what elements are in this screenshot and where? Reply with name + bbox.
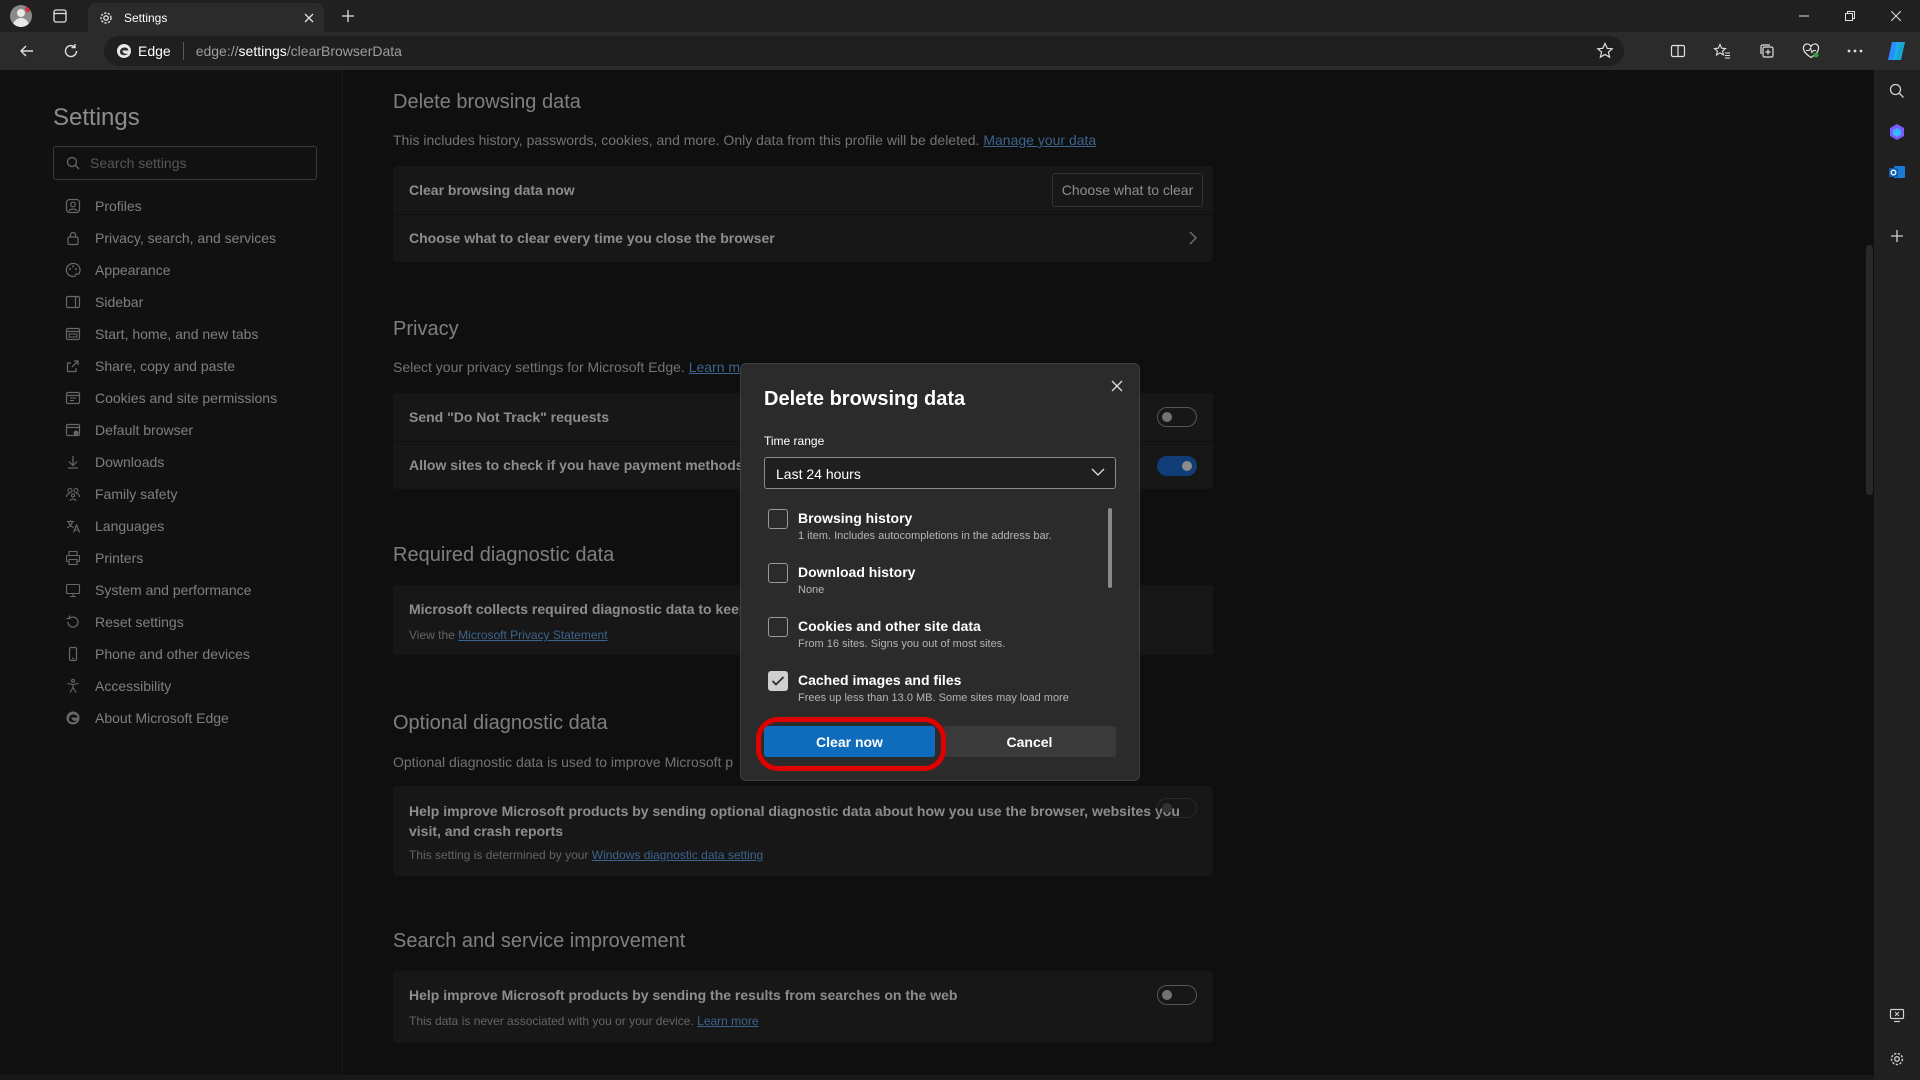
- more-options-icon[interactable]: [1840, 36, 1870, 66]
- copilot-icon[interactable]: [1882, 36, 1912, 66]
- tab-actions-icon[interactable]: [48, 0, 72, 32]
- collections-icon[interactable]: [1752, 36, 1782, 66]
- navigation-bar: Edge edge://settings/clearBrowserData: [0, 32, 1920, 70]
- option-subtitle: None: [798, 584, 825, 596]
- clear-now-highlight-ring: [756, 717, 946, 771]
- favorite-star-icon[interactable]: [1596, 42, 1614, 60]
- dialog-scrollbar[interactable]: [1108, 508, 1112, 588]
- cookies-checkbox[interactable]: [768, 617, 788, 637]
- dialog-title: Delete browsing data: [764, 388, 966, 410]
- edge-sidebar: [1874, 70, 1920, 1080]
- option-title: Browsing history: [798, 510, 913, 526]
- option-download-history[interactable]: Download history None: [768, 561, 1098, 607]
- address-bar[interactable]: Edge edge://settings/clearBrowserData: [104, 36, 1624, 66]
- checkmark-icon: [771, 675, 785, 687]
- omnibox-divider: [182, 42, 184, 60]
- copilot-sidebar-icon[interactable]: [1874, 117, 1920, 147]
- cached-images-checkbox[interactable]: [768, 671, 788, 691]
- omnibox-brand: Edge: [138, 43, 171, 59]
- option-title: Download history: [798, 564, 916, 580]
- screen-capture-icon[interactable]: [1874, 1000, 1920, 1030]
- search-icon[interactable]: [1874, 76, 1920, 106]
- edge-logo-icon: [116, 43, 132, 59]
- option-title: Cached images and files: [798, 672, 962, 688]
- new-tab-icon[interactable]: [336, 0, 360, 32]
- time-range-select[interactable]: Last 24 hours: [764, 457, 1116, 489]
- title-bar: Settings: [0, 0, 1920, 32]
- sidebar-settings-icon[interactable]: [1874, 1044, 1920, 1074]
- option-subtitle: From 16 sites. Signs you out of most sit…: [798, 638, 1006, 650]
- chevron-down-icon: [1091, 467, 1105, 477]
- tab-title: Settings: [124, 10, 168, 25]
- split-screen-icon[interactable]: [1663, 36, 1693, 66]
- url-text[interactable]: edge://settings/clearBrowserData: [196, 43, 402, 59]
- add-app-icon[interactable]: [1874, 221, 1920, 251]
- time-range-value: Last 24 hours: [776, 466, 861, 482]
- url-scheme: edge://: [195, 43, 239, 59]
- close-icon[interactable]: [1105, 374, 1129, 398]
- minimize-icon[interactable]: [1781, 0, 1827, 32]
- cancel-button[interactable]: Cancel: [943, 726, 1116, 757]
- refresh-icon[interactable]: [56, 36, 86, 66]
- option-subtitle: 1 item. Includes autocompletions in the …: [798, 530, 1052, 542]
- option-title: Cookies and other site data: [798, 618, 981, 634]
- close-window-icon[interactable]: [1873, 0, 1919, 32]
- tab-settings[interactable]: Settings: [88, 3, 324, 32]
- browsing-history-checkbox[interactable]: [768, 509, 788, 529]
- gear-icon: [98, 10, 114, 26]
- back-icon[interactable]: [12, 36, 42, 66]
- option-cookies[interactable]: Cookies and other site data From 16 site…: [768, 615, 1098, 661]
- profile-avatar[interactable]: [10, 5, 32, 27]
- outlook-icon[interactable]: [1874, 157, 1920, 187]
- tab-close-icon[interactable]: [300, 9, 318, 27]
- browser-essentials-icon[interactable]: [1796, 36, 1826, 66]
- favorites-icon[interactable]: [1707, 36, 1737, 66]
- option-cached-images[interactable]: Cached images and files Frees up less th…: [768, 669, 1098, 715]
- download-history-checkbox[interactable]: [768, 563, 788, 583]
- url-host: settings: [238, 43, 287, 59]
- time-range-label: Time range: [764, 434, 825, 448]
- option-browsing-history[interactable]: Browsing history 1 item. Includes autoco…: [768, 507, 1098, 553]
- restore-icon[interactable]: [1827, 0, 1873, 32]
- option-subtitle: Frees up less than 13.0 MB. Some sites m…: [798, 692, 1069, 704]
- url-path: /clearBrowserData: [286, 43, 402, 59]
